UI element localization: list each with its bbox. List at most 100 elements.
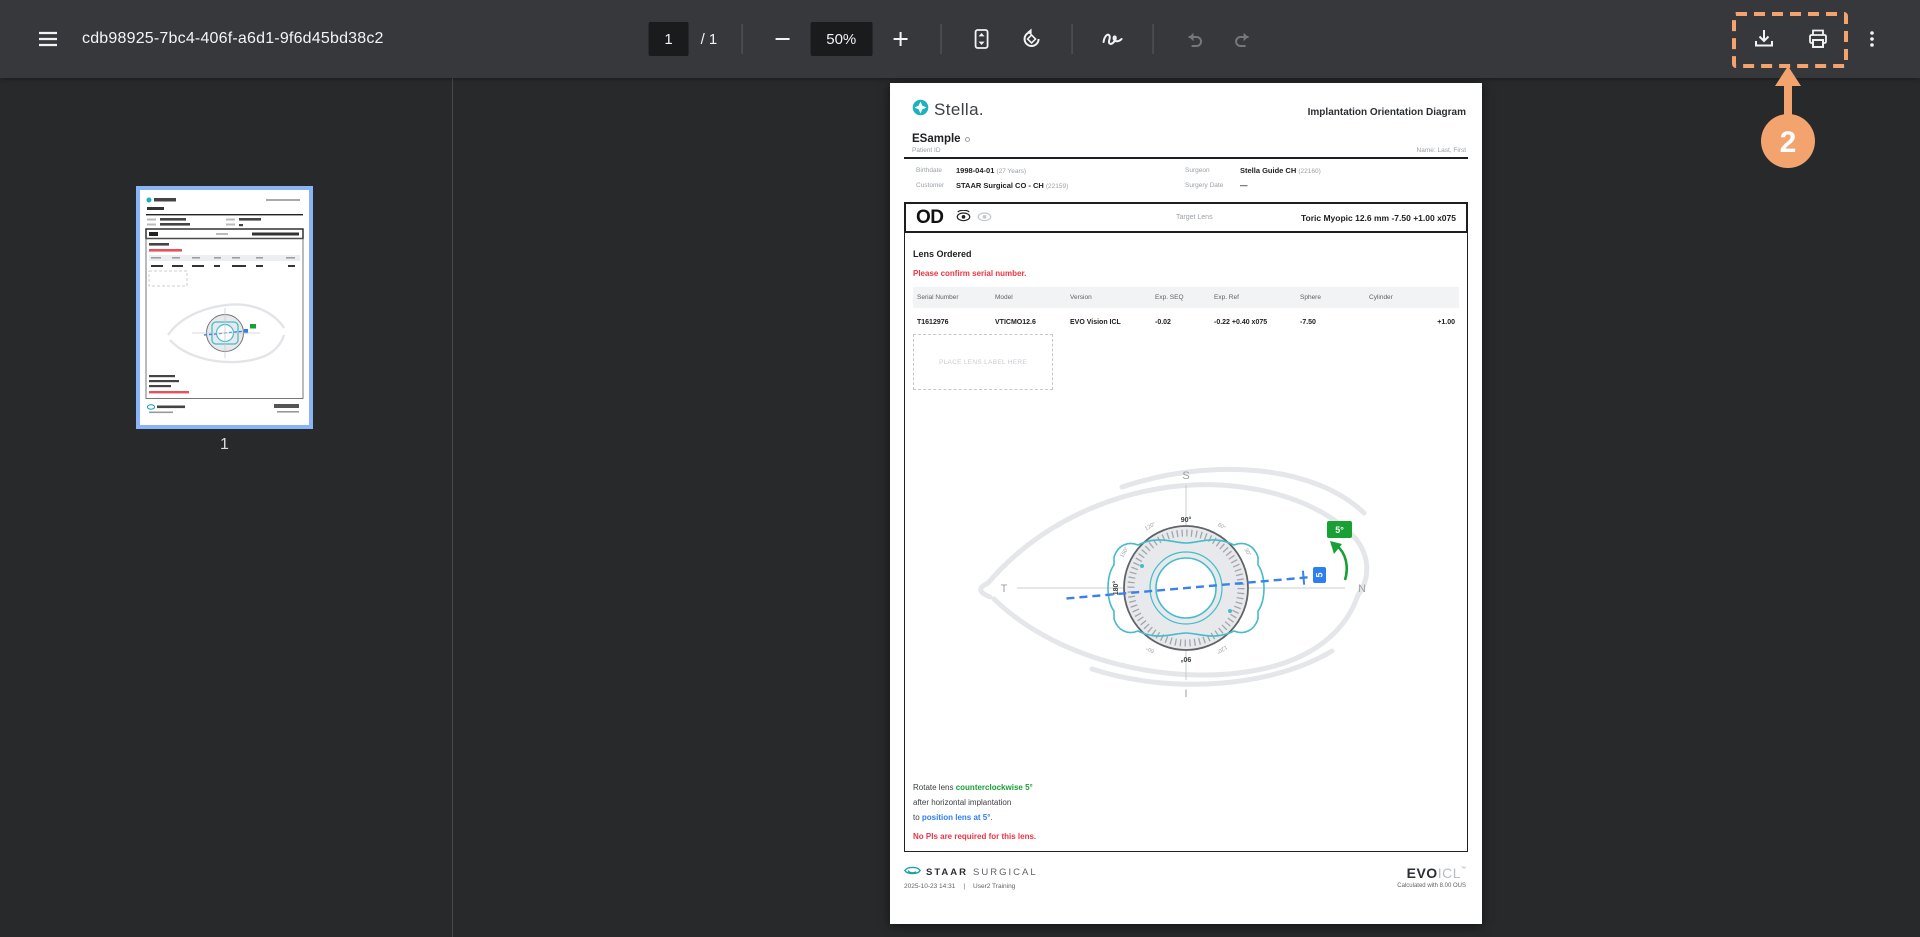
undo-icon	[1182, 28, 1204, 50]
page-thumbnail[interactable]	[136, 186, 313, 429]
plus-icon	[891, 30, 909, 48]
lens-ordered-heading: Lens Ordered	[913, 249, 972, 259]
document-viewport[interactable]: Stella. Implantation Orientation Diagram…	[453, 78, 1920, 937]
field-value: STAAR Surgical CO - CH (22159)	[956, 181, 1068, 190]
staar-wordmark-light: SURGICAL	[973, 867, 1038, 878]
serial-warning: Please confirm serial number.	[913, 269, 1026, 278]
temporal-label: T	[1001, 583, 1008, 595]
fit-to-page-button[interactable]	[959, 17, 1003, 61]
field-label: Birthdate	[916, 167, 942, 174]
toolbar-right	[1742, 17, 1920, 61]
zoom-in-button[interactable]	[878, 17, 922, 61]
instr3-highlight: position lens at 5°	[922, 813, 991, 822]
redo-icon	[1232, 28, 1254, 50]
footer-meta: 2025-10-23 14:31 | User2 Training	[904, 883, 1015, 890]
svg-text:120°: 120°	[1144, 521, 1157, 532]
cell-model: VTICMO12.6	[991, 308, 1066, 332]
stella-logo: Stella.	[912, 99, 984, 121]
staar-eye-icon	[904, 863, 921, 881]
cell-serial-number: T1612976	[913, 308, 991, 332]
eye-side-header: OD Target Lens Toric Myopic 12.6 mm -7.5…	[904, 202, 1468, 233]
name-format-hint: Name: Last, First	[1417, 147, 1466, 154]
superior-label: S	[1182, 470, 1189, 482]
dial-bottom-90-label: 90°	[1181, 655, 1192, 663]
page-number-input[interactable]	[649, 22, 689, 56]
birthdate-value: 1998-04-01	[956, 166, 994, 175]
svg-text:5: 5	[1315, 572, 1325, 577]
col-version: Version	[1066, 287, 1151, 308]
page-count-label: / 1	[695, 31, 724, 48]
field-value: —	[1240, 181, 1248, 190]
footer-user: User2 Training	[973, 883, 1015, 890]
staar-surgical-logo: STAARSURGICAL	[904, 863, 1038, 881]
cell-exp-ref: -0.22 +0.40 x075	[1210, 308, 1296, 332]
download-button[interactable]	[1742, 17, 1786, 61]
zoom-out-button[interactable]	[760, 17, 804, 61]
trademark-symbol: ™	[1461, 866, 1466, 872]
target-lens-value: Toric Myopic 12.6 mm -7.50 +1.00 x075	[1301, 213, 1456, 223]
document-title: cdb98925-7bc4-406f-a6d1-9f6d45bd38c2	[82, 30, 384, 48]
print-timestamp: 2025-10-23 14:31	[904, 883, 955, 890]
svg-text:30°: 30°	[1242, 547, 1251, 557]
minus-icon	[773, 30, 791, 48]
surgery-date-value: —	[1240, 181, 1248, 190]
col-exp-ref: Exp. Ref	[1210, 287, 1296, 308]
instr1-highlight: counterclockwise 5°	[956, 783, 1033, 792]
eye-od-icon	[956, 209, 971, 227]
patient-id-label: Patient ID	[912, 147, 941, 154]
print-icon	[1806, 27, 1830, 51]
rotation-arrow	[1330, 541, 1347, 580]
customer-value: STAAR Surgical CO - CH	[956, 181, 1044, 190]
stella-logo-icon	[912, 99, 929, 121]
brand-name: Stella.	[934, 100, 984, 120]
instr3-suffix: .	[990, 813, 992, 822]
birthdate-suffix: (27 Years)	[996, 168, 1026, 175]
instr3-prefix: to	[913, 813, 922, 822]
col-cylinder: Cylinder	[1365, 287, 1459, 308]
cell-sphere: -7.50	[1296, 308, 1365, 332]
surgeon-value: Stella Guide CH	[1240, 166, 1296, 175]
redo-button[interactable]	[1221, 17, 1265, 61]
undo-button[interactable]	[1171, 17, 1215, 61]
svg-text:60°: 60°	[1145, 644, 1155, 653]
instr1-prefix: Rotate lens	[913, 783, 956, 792]
fit-page-icon	[970, 28, 992, 50]
toolbar-divider	[741, 24, 742, 54]
zoom-level-input[interactable]	[810, 22, 872, 56]
pi-warning: No PIs are required for this lens.	[913, 832, 1036, 841]
download-icon	[1752, 27, 1776, 51]
toolbar-divider	[940, 24, 941, 54]
print-button[interactable]	[1796, 17, 1840, 61]
more-options-button[interactable]	[1850, 17, 1894, 61]
pdf-page: Stella. Implantation Orientation Diagram…	[890, 83, 1482, 924]
inferior-label: I	[1184, 688, 1187, 700]
lens-label-placeholder-text: PLACE LENS LABEL HERE	[939, 359, 1027, 366]
rotation-badge: 5°	[1327, 521, 1352, 538]
pdf-toolbar: cdb98925-7bc4-406f-a6d1-9f6d45bd38c2 / 1	[0, 0, 1920, 78]
footer-separator: |	[963, 883, 965, 890]
patient-name: ESample	[912, 133, 970, 145]
toolbar-divider	[1071, 24, 1072, 54]
field-value: Stella Guide CH (22160)	[1240, 166, 1321, 175]
document-heading: Implantation Orientation Diagram	[1308, 107, 1466, 118]
rotate-button[interactable]	[1009, 17, 1053, 61]
cell-exp-seq: -0.02	[1151, 308, 1210, 332]
hamburger-icon	[37, 28, 59, 50]
axis-position-badge: 5	[1313, 567, 1326, 583]
eye-side-label: OD	[916, 207, 944, 229]
thumbnail-sidebar: 1	[0, 78, 452, 937]
annotate-button[interactable]	[1090, 17, 1134, 61]
menu-button[interactable]	[26, 17, 70, 61]
instruction-line-3: to position lens at 5°.	[913, 813, 993, 822]
svg-text:60°: 60°	[1216, 522, 1226, 531]
field-label: Surgery Date	[1185, 182, 1223, 189]
instruction-line-1: Rotate lens counterclockwise 5°	[913, 783, 1033, 792]
eye-os-icon	[977, 209, 992, 227]
thumbnail-page-number: 1	[136, 436, 313, 454]
implantation-diagram: 90° 180° 90° 120° 60° 150° 30° 60° 120°	[956, 458, 1416, 713]
toolbar-left: cdb98925-7bc4-406f-a6d1-9f6d45bd38c2	[0, 17, 384, 61]
target-lens-label: Target Lens	[1176, 214, 1213, 221]
cell-cylinder: +1.00	[1365, 308, 1459, 332]
svg-text:5°: 5°	[1335, 525, 1344, 535]
calculated-with-label: Calculated with 8.00 OUS	[1397, 883, 1466, 889]
